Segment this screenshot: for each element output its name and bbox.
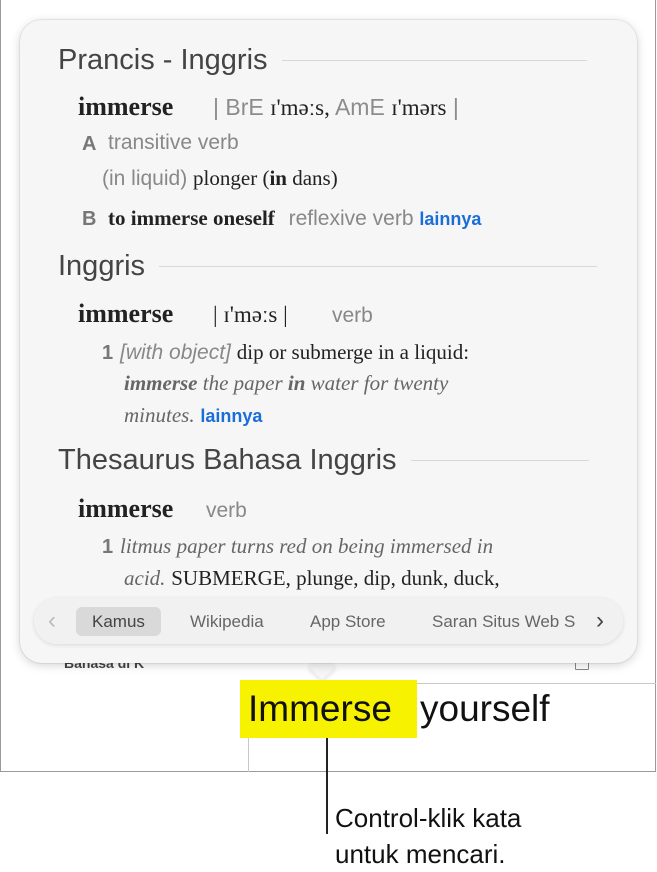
headword: immerse	[78, 299, 174, 328]
tab-wikipedia[interactable]: Wikipedia	[190, 607, 264, 636]
part-of-speech: verb	[332, 304, 373, 327]
headword: immerse	[78, 494, 174, 523]
section-rule	[159, 266, 598, 267]
more-link[interactable]: lainnya	[419, 209, 481, 229]
example-line: immerse the paper in water for twenty	[124, 371, 449, 395]
sense-letter-a: A	[82, 133, 97, 155]
callout-caption: Control-klik kata untuk mencari.	[335, 803, 522, 869]
pronunciation: | BrE ɪ'məːs, AmE ɪ'mərs |	[213, 94, 459, 120]
document-window-border	[0, 0, 1, 772]
translation-line: (in liquid) plonger (in dans)	[102, 166, 338, 190]
example-line-cont: minutes. lainnya	[124, 403, 263, 427]
section-heading-english: Inggris	[58, 250, 598, 283]
synonym-line: acid. SUBMERGE, plunge, dip, dunk, duck,	[124, 566, 500, 590]
section-heading-french-english: Prancis - Inggris	[58, 44, 587, 77]
sense-letter-b: B	[82, 208, 97, 230]
section-heading-thesaurus: Thesaurus Bahasa Inggris	[58, 444, 589, 477]
thesaurus-example: litmus paper turns red on being immersed…	[120, 534, 494, 558]
pronunciation: | ɪ'məːs |	[213, 302, 288, 327]
sense-number: 1	[102, 536, 114, 558]
tab-saran-situs-web[interactable]: Saran Situs Web S	[432, 607, 584, 636]
headword: immerse	[78, 92, 174, 121]
document-divider-horizontal	[404, 683, 656, 684]
callout-line	[326, 738, 328, 834]
sense-b-line: to immerse oneself reflexive verb lainny…	[108, 206, 482, 230]
section-rule	[281, 60, 587, 61]
section-rule	[410, 460, 589, 461]
part-of-speech: transitive verb	[108, 131, 239, 154]
document-text: yourself	[420, 688, 550, 729]
part-of-speech: verb	[206, 499, 247, 522]
sense-number: 1	[102, 342, 114, 364]
selected-word[interactable]: Immerse	[248, 688, 392, 730]
more-link[interactable]: lainnya	[200, 406, 262, 426]
definition-line: [with object] dip or submerge in a liqui…	[120, 340, 470, 364]
lookup-source-tabbar: ‹ Kamus Wikipedia App Store Saran Situs …	[34, 598, 623, 644]
tab-kamus[interactable]: Kamus	[76, 607, 161, 636]
chevron-left-icon[interactable]: ‹	[48, 607, 56, 635]
tab-app-store[interactable]: App Store	[310, 607, 386, 636]
chevron-right-icon[interactable]: ›	[596, 607, 604, 635]
lookup-popover[interactable]: Prancis - Inggris immerse | BrE ɪ'məːs, …	[20, 20, 637, 663]
